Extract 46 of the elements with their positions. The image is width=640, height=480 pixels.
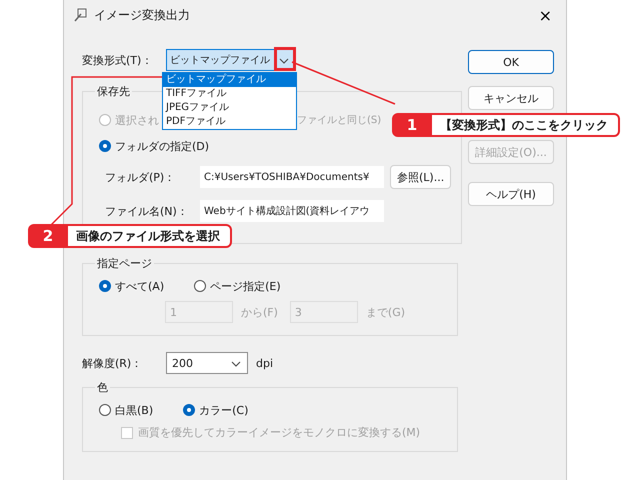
radio-button[interactable] [99,280,111,292]
callout-number: 2 [42,226,54,246]
format-label: 変換形式(T)： [82,52,154,68]
callout-number: 1 [406,115,418,135]
radio-label: ファイルと同じ(S) [297,114,382,127]
dialog-button[interactable]: ヘルプ(H) [468,182,554,206]
from-label: から(F) [241,304,278,320]
group-title: 保存先 [96,84,131,99]
to-label: まで(G) [366,304,406,320]
chevron-down-icon [231,361,241,367]
format-dropdown[interactable]: ビットマップファイル [166,49,296,71]
close-button[interactable]: × [532,6,558,24]
window-title: イメージ変換出力 [94,6,190,24]
radio-button[interactable] [183,404,196,416]
dropdown-option[interactable]: JPEGファイル [163,101,296,115]
radio-label: カラー(C) [199,402,248,418]
dropdown-option[interactable]: ビットマップファイル [163,73,296,87]
filename-label: ファイル名(N)： [105,204,189,218]
radio-label: 白黒(B) [115,402,154,418]
dropdown-option[interactable]: TIFFファイル [163,87,296,101]
checkbox-label: 画質を優先してカラーイメージをモノクロに変換する(M) [138,425,420,440]
radio-button[interactable] [194,280,206,292]
radio-label: フォルダの指定(D) [115,138,210,154]
folder-field[interactable]: C:¥Users¥TOSHIBA¥Documents¥ [200,166,384,188]
radio-label: すべて(A) [115,278,164,294]
radio-button[interactable] [99,404,111,416]
chevron-down-icon [279,58,289,64]
dropdown-option[interactable]: PDFファイル [163,115,296,129]
browse-button[interactable]: 参照(L)... [390,165,452,189]
radio-label: 選択され [115,112,159,128]
group-title: 色 [96,380,109,395]
folder-label: フォルダ(P)： [105,170,176,184]
radio-label: ページ指定(E) [210,278,281,294]
format-value: ビットマップファイル [170,54,270,67]
resolution-value: 200 [172,356,193,370]
unit-label: dpi [256,356,274,370]
dialog-button[interactable]: OK [468,50,554,74]
dialog-button[interactable]: キャンセル [468,86,554,110]
callout-text: 【変換形式】のここをクリック [432,115,618,135]
filename-field[interactable]: Webサイト構成設計図(資料レイアウ [200,200,384,222]
group-title: 指定ページ [96,256,153,271]
resolution-dropdown[interactable]: 200 [166,352,248,374]
resolution-label: 解像度(R)： [82,356,144,370]
callout-text: 画像のファイル形式を選択 [68,226,230,246]
radio-button[interactable] [99,140,111,152]
highlight-frame [274,47,296,71]
